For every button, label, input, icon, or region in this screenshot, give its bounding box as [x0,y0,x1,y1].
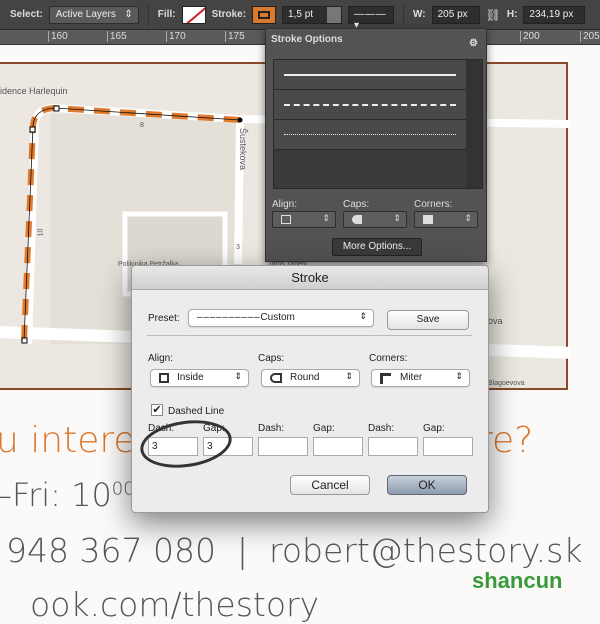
align-inside-icon [159,373,169,383]
weight-dropdown-button[interactable] [327,6,342,23]
stroke-style-list [273,59,483,189]
corners-value: Miter [400,372,423,383]
corners-label: Corners: [414,199,453,210]
style-solid[interactable] [274,60,466,90]
anchor-point[interactable] [53,105,60,112]
corners-dropdown[interactable]: Miter ⇕ [371,369,470,387]
align-value: Inside [177,372,204,383]
miter-corner-icon [423,215,433,224]
preset-label: Preset: [148,313,180,324]
web-text: ook.com/thestory [30,585,320,624]
hours-value: –Fri: 10 [0,476,112,514]
select-dropdown[interactable]: Active Layers ⇕ [48,5,139,24]
style-dotted[interactable] [274,120,466,150]
dash-label: Dash: [258,423,285,434]
ok-button[interactable]: OK [387,475,467,495]
stroke-label: Stroke: [211,9,247,20]
dashed-line-label: Dashed Line [168,406,225,417]
dash-label: Dash: [368,423,395,434]
map-label: Šustekova [238,127,249,171]
align-inside-icon [281,215,291,224]
watermark-logo: shancun [472,568,563,593]
miter-corner-icon [380,373,391,384]
caps-dropdown[interactable]: Round ⇕ [261,369,360,387]
height-field[interactable]: 234,19 px [523,5,586,24]
fill-label: Fill: [157,9,176,20]
align-dropdown[interactable]: Inside ⇕ [150,369,249,387]
ruler-tick: 200 [520,31,540,42]
control-bar: Select: Active Layers ⇕ Fill: Stroke: 1,5… [0,0,600,31]
caps-dropdown[interactable]: ⇕ [343,211,407,228]
map-label: 3 [236,244,240,251]
caps-label: Caps: [258,353,285,364]
select-label: Select: [10,9,43,20]
stroke-weight-value: 1,5 pt [288,8,314,20]
gap-label: Gap: [313,423,335,434]
anchor-point[interactable] [21,337,28,344]
dash-3-field[interactable] [368,437,418,456]
more-options-button[interactable]: More Options... [332,238,422,256]
hours-text: –Fri: 1000 [0,476,135,514]
round-cap-icon [352,215,362,224]
map-label: 10 [37,228,45,237]
anchor-point[interactable] [237,117,243,123]
panel-title: Stroke Options [271,34,343,45]
ruler-tick: 175 [225,31,245,42]
cancel-button[interactable]: Cancel [290,475,370,495]
updown-icon: ⇕ [124,8,133,20]
stroke-dialog: Stroke Preset: – – – – – – – – – – Custo… [131,265,489,513]
list-scrollbar[interactable] [466,60,482,188]
gap-label: Gap: [423,423,445,434]
corners-dropdown[interactable]: ⇕ [414,211,478,228]
stroke-swatch[interactable] [252,5,277,24]
none-slash-icon [182,6,205,23]
ruler-tick: 170 [166,31,186,42]
contact-text: 948 367 080 | robert@thestory.sk [6,531,583,570]
align-label: Align: [148,353,174,364]
heading-left: u intere [0,420,136,461]
dash-2-field[interactable] [258,437,308,456]
dashed-line-checkbox[interactable]: ✔ [151,404,163,416]
gap-3-field[interactable] [423,437,473,456]
link-icon[interactable]: ⛓ [486,8,501,22]
gear-icon[interactable]: ⚙ [469,33,478,55]
dialog-title: Stroke [132,266,488,290]
align-label: Align: [272,199,298,210]
style-dashed[interactable] [274,90,466,120]
select-value: Active Layers [55,8,116,20]
anchor-point[interactable] [29,126,36,133]
round-cap-icon [270,373,282,383]
ruler-tick: 160 [48,31,68,42]
stroke-weight-field[interactable]: 1,5 pt [282,5,343,24]
stroke-options-panel: Stroke Options ⚙ Align: Caps: Corners: ⇕ … [265,28,487,262]
dash-style-dropdown[interactable]: — — — ▾ [348,5,395,31]
height-label: H: [506,9,518,20]
caps-label: Caps: [343,199,370,210]
ruler-tick: 165 [107,31,127,42]
fill-swatch[interactable] [181,5,206,24]
map-label: Blagoevova [488,380,525,387]
map-label: ova [488,316,503,326]
preset-dropdown[interactable]: – – – – – – – – – – Custom ⇕ [188,309,374,327]
corners-label: Corners: [369,353,408,364]
caps-value: Round [290,372,320,383]
gap-2-field[interactable] [313,437,363,456]
width-label: W: [413,9,426,20]
width-field[interactable]: 205 px [431,5,480,24]
map-label: 8 [140,122,144,129]
align-dropdown[interactable]: ⇕ [272,211,336,228]
preset-value: Custom [260,312,295,323]
ruler-tick: 205 [580,31,600,42]
save-button[interactable]: Save [387,310,469,330]
map-label: idence Harlequin [0,86,68,96]
